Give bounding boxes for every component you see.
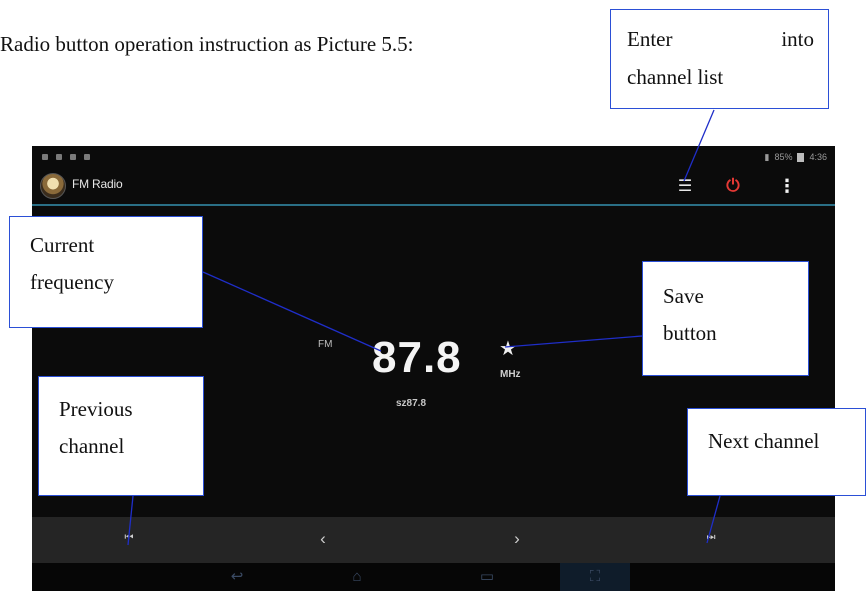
callout-text: frequency <box>30 270 114 294</box>
current-frequency: 87.8 <box>372 333 462 382</box>
intro-text: Radio button operation instruction as Pi… <box>0 32 414 56</box>
save-star-icon[interactable]: ★ <box>499 336 517 361</box>
back-icon[interactable]: ↩ <box>202 563 272 591</box>
callout-text: Enter <box>627 27 673 51</box>
frequency-unit: MHz <box>500 369 521 380</box>
app-title: FM Radio <box>72 177 123 191</box>
notification-icon <box>42 154 48 160</box>
station-name: sz87.8 <box>396 398 427 409</box>
notification-icon <box>70 154 76 160</box>
callout-text: into <box>781 27 814 51</box>
battery-icon <box>797 152 805 162</box>
action-bar-divider <box>32 204 835 206</box>
callout-text: channel list <box>627 65 724 89</box>
signal-icon: ▮ <box>764 151 770 162</box>
status-right: ▮ 85% 4:36 <box>765 152 836 163</box>
callout-current-frequency: Current frequency <box>9 216 203 328</box>
power-icon[interactable]: ⏻ <box>720 174 746 198</box>
action-bar: FM Radio ☰ ⏻ ⋮ <box>32 168 835 204</box>
notification-icons <box>32 154 90 160</box>
callout-text: Next channel <box>708 429 820 453</box>
chevron-left-icon[interactable]: ‹ <box>312 529 334 551</box>
callout-text: Previous <box>59 397 133 421</box>
callout-text: Current <box>30 233 95 257</box>
channel-list-icon[interactable]: ☰ <box>672 174 698 198</box>
overflow-menu-icon[interactable]: ⋮ <box>774 174 800 198</box>
fm-radio-app-icon <box>40 173 66 199</box>
chevron-right-icon[interactable]: › <box>506 529 528 551</box>
notification-icon <box>56 154 62 160</box>
screenshot-icon[interactable]: ⛶ <box>560 563 630 591</box>
system-nav-bar: ↩ ⌂ ▭ ⛶ <box>32 563 835 591</box>
callout-save-button: Save button <box>642 261 809 376</box>
callout-previous-channel: Previous channel <box>38 376 204 496</box>
control-bar: ⏮ ‹ › ⏭ <box>32 517 835 563</box>
callout-text: Save <box>663 284 704 308</box>
notification-icon <box>84 154 90 160</box>
battery-percent: 85% <box>774 152 793 162</box>
home-icon[interactable]: ⌂ <box>322 563 392 591</box>
status-bar: ▮ 85% 4:36 <box>32 146 835 168</box>
clock: 4:36 <box>809 152 827 162</box>
skip-previous-icon[interactable]: ⏮ <box>118 532 140 554</box>
skip-next-icon[interactable]: ⏭ <box>700 532 722 554</box>
callout-channel-list: Enter into channel list <box>610 9 829 109</box>
band-label: FM <box>318 339 333 350</box>
callout-text: channel <box>59 434 125 458</box>
callout-next-channel: Next channel <box>687 408 866 496</box>
callout-text: button <box>663 321 717 345</box>
recent-apps-icon[interactable]: ▭ <box>452 563 522 591</box>
